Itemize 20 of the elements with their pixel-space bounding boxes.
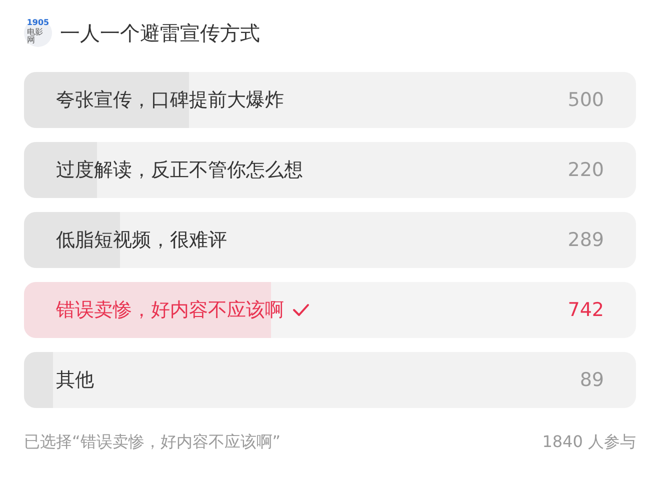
vote-count: 500 — [568, 88, 604, 113]
poll-option[interactable]: 过度解读，反正不管你怎么想 220 — [24, 142, 636, 198]
check-icon — [292, 303, 310, 317]
selection-note: 已选择“错误卖惨，好内容不应该啊” — [24, 431, 281, 453]
poll-option[interactable]: 其他 89 — [24, 352, 636, 408]
option-label: 错误卖惨，好内容不应该啊 — [56, 298, 284, 323]
option-label: 过度解读，反正不管你怎么想 — [56, 158, 303, 183]
vote-count: 742 — [568, 298, 604, 323]
vote-count: 89 — [580, 368, 604, 393]
vote-count: 220 — [568, 158, 604, 183]
option-label: 低脂短视频，很难评 — [56, 228, 227, 253]
poll-option[interactable]: 错误卖惨，好内容不应该啊 742 — [24, 282, 636, 338]
site-logo: 1905 电影网 — [24, 19, 52, 47]
option-label: 夸张宣传，口碑提前大爆炸 — [56, 88, 284, 113]
poll-title: 一人一个避雷宣传方式 — [60, 20, 260, 47]
poll-option[interactable]: 低脂短视频，很难评 289 — [24, 212, 636, 268]
vote-count: 289 — [568, 228, 604, 253]
participant-count: 1840 人参与 — [542, 431, 636, 453]
poll-option[interactable]: 夸张宣传，口碑提前大爆炸 500 — [24, 72, 636, 128]
option-label: 其他 — [56, 368, 94, 393]
